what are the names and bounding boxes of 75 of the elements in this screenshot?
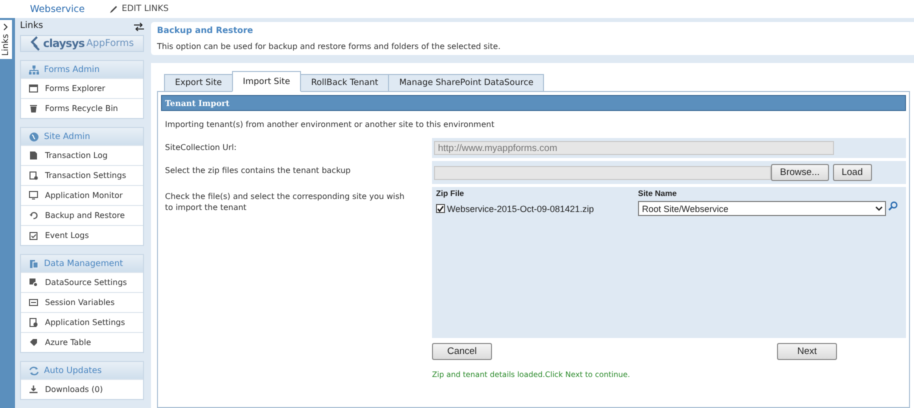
search-icon[interactable]	[888, 201, 898, 211]
field-label: SiteCollection Url:	[164, 142, 238, 154]
nav-item-label: DataSource Settings	[45, 278, 127, 287]
column-header: Zip File	[436, 189, 465, 198]
nav-item[interactable]: Application Settings	[21, 312, 143, 332]
nav-item[interactable]: Azure Table	[21, 332, 143, 352]
pages-icon	[29, 258, 39, 268]
check-icon	[437, 205, 444, 212]
nav-item-label: Session Variables	[45, 298, 115, 307]
panel-header: Tenant Import	[161, 95, 906, 111]
field-label: Check the file(s) and select the corresponding site you wish to import the tenant	[164, 191, 406, 214]
page-title: Backup and Restore	[157, 26, 254, 36]
pencil-icon	[108, 4, 118, 14]
nav-item-label: Application Settings	[45, 318, 126, 327]
chevron-icon	[3, 23, 9, 31]
sidebar-title: Links	[20, 21, 44, 31]
nav-item-label: Event Logs	[45, 231, 89, 240]
logo-icon	[30, 36, 42, 51]
nav-item-label: Transaction Log	[45, 151, 108, 160]
tab[interactable]: Export Site	[164, 74, 233, 92]
nav-item-label: Transaction Settings	[45, 171, 126, 180]
section-title: Auto Updates	[44, 366, 102, 376]
nav-item-label: Downloads (0)	[45, 385, 103, 394]
logo-product: AppForms	[86, 38, 134, 49]
window-icon	[29, 84, 38, 93]
panel-icon	[29, 298, 38, 307]
section-title: Forms Admin	[44, 64, 100, 74]
section-title: Data Management	[44, 258, 123, 268]
hierarchy-icon	[29, 64, 39, 74]
field-label: Select the zip files contains the tenant backup	[164, 165, 352, 177]
page-description: This option can be used for backup and restore forms and folders of the selected site.	[157, 42, 502, 51]
nav-item-label: Forms Recycle Bin	[45, 104, 118, 113]
file-path-field[interactable]	[434, 166, 771, 180]
logo-banner[interactable]: claysys AppForms	[20, 35, 144, 52]
checkbox[interactable]	[436, 204, 445, 213]
nav-item[interactable]: Application Monitor	[21, 185, 143, 205]
nav-item-label: Forms Explorer	[45, 84, 106, 93]
links-tab[interactable]: Links	[0, 20, 12, 59]
nav-item[interactable]: Forms Explorer	[21, 78, 143, 98]
nav-item[interactable]: Forms Recycle Bin	[21, 98, 143, 118]
nav-item[interactable]: Transaction Log	[21, 145, 143, 165]
nav-item-label: Backup and Restore	[45, 211, 125, 220]
caret-icon	[875, 206, 883, 211]
nav-item-label: Azure Table	[45, 338, 92, 347]
double-arrow-icon	[134, 22, 144, 30]
tag-icon	[29, 338, 38, 347]
history-icon	[29, 211, 38, 220]
intro-text: Importing tenant(s) from another environment or another site to this environment	[165, 120, 496, 129]
nav-item[interactable]: Downloads (0)	[21, 379, 143, 399]
bin-icon	[29, 104, 38, 113]
next-button[interactable]: Next	[777, 343, 837, 360]
tab[interactable]: RollBack Tenant	[300, 74, 390, 92]
nav-item-label: Application Monitor	[45, 191, 123, 200]
logo-brand: claysys	[43, 37, 84, 50]
sync-icon	[29, 366, 39, 376]
cancel-button[interactable]: Cancel	[432, 343, 492, 360]
nav-item[interactable]: Backup and Restore	[21, 205, 143, 225]
site-link[interactable]: Webservice	[30, 4, 85, 14]
edit-links-button[interactable]: EDIT LINKS	[108, 4, 169, 14]
monitor-icon	[29, 191, 38, 200]
nav-item[interactable]: DataSource Settings	[21, 272, 143, 292]
download-icon	[29, 385, 38, 394]
section-title: Site Admin	[44, 132, 90, 142]
calendar-check-icon	[29, 231, 38, 240]
nav-item[interactable]: Session Variables	[21, 292, 143, 312]
tab[interactable]: Import Site	[232, 71, 302, 92]
nav-item[interactable]: Transaction Settings	[21, 165, 143, 185]
load-button[interactable]: Load	[832, 164, 872, 181]
tab[interactable]: Manage SharePoint DataSource	[388, 74, 544, 92]
zip-file-name: Webservice-2015-Oct-09-081421.zip	[447, 204, 594, 214]
column-header: Site Name	[638, 189, 678, 198]
nav-item[interactable]: Event Logs	[21, 225, 143, 245]
browse-button[interactable]: Browse...	[771, 164, 829, 181]
document-icon	[29, 151, 38, 160]
site-dropdown[interactable]: Root Site/Webservice	[638, 201, 886, 216]
